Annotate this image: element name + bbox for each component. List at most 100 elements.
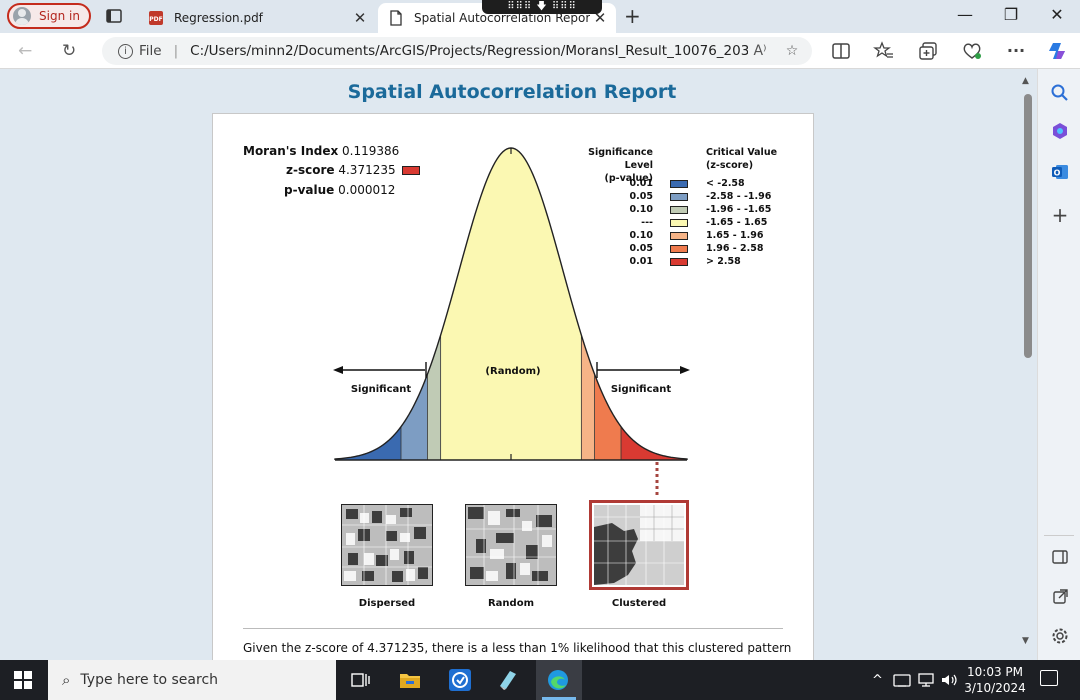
critical-value-header: Critical Value	[706, 147, 778, 158]
windows-taskbar: ⌕ Type here to search ^ 10:03 PM 3/10/20…	[0, 660, 1080, 700]
z-score-value: 4.371235	[338, 163, 396, 177]
morans-index-row: Moran's Index 0.119386	[243, 144, 399, 158]
dispersed-map-thumbnail	[342, 505, 432, 585]
legend-z-range: > 2.58	[706, 256, 741, 267]
shopping-icon[interactable]	[1050, 121, 1070, 141]
add-sidebar-app-icon[interactable]: +	[1050, 203, 1070, 227]
pattern-label-clustered: Clustered	[611, 598, 667, 609]
morans-index-value: 0.119386	[342, 144, 400, 158]
p-value-row: p-value 0.000012	[284, 183, 395, 197]
window-drag-handle[interactable]: ⠿⠿⠿ 🡇 ⠿⠿⠿	[482, 0, 602, 14]
tab-actions-icon[interactable]	[105, 7, 123, 25]
url-text[interactable]: C:/Users/minn2/Documents/ArcGIS/Projects…	[190, 43, 748, 59]
new-tab-button[interactable]: +	[624, 4, 641, 28]
edge-browser-icon[interactable]	[546, 668, 570, 692]
legend-swatch	[670, 258, 688, 266]
outlook-icon[interactable]: O	[1050, 162, 1070, 182]
taskbar-clock[interactable]: 10:03 PM 3/10/2024	[960, 664, 1030, 696]
file-explorer-icon[interactable]	[398, 668, 422, 692]
read-aloud-icon[interactable]: A⁾	[748, 43, 772, 59]
pattern-label-dispersed: Dispersed	[358, 598, 416, 609]
arcgis-pro-icon[interactable]	[448, 668, 472, 692]
legend-z-range: -1.96 - -1.65	[706, 204, 772, 215]
scrollbar-thumb[interactable]	[1024, 94, 1032, 358]
task-view-icon[interactable]	[348, 668, 372, 692]
sidebar-divider	[1044, 535, 1074, 536]
legend-z-range: -2.58 - -1.96	[706, 191, 772, 202]
notification-center-icon[interactable]	[1040, 670, 1058, 686]
address-separator: |	[173, 43, 179, 59]
restore-button[interactable]: ❐	[988, 5, 1034, 24]
report-title: Spatial Autocorrelation Report	[347, 81, 677, 103]
significance-legend: Significance Level (p-value) Critical Va…	[553, 146, 793, 276]
report-viewport: Spatial Autocorrelation Report Moran's I…	[0, 69, 1020, 660]
sig-level-header: Significance Level	[588, 147, 653, 171]
back-button[interactable]: ←	[18, 41, 32, 61]
legend-swatch	[670, 219, 688, 227]
pattern-random	[465, 504, 557, 586]
scroll-up-icon[interactable]: ▲	[1022, 76, 1029, 86]
refresh-button[interactable]: ↻	[62, 41, 76, 61]
tab-strip: Sign in PDF Regression.pdf ✕ Spatial Aut…	[0, 0, 1080, 33]
sign-in-button[interactable]: Sign in	[7, 3, 91, 29]
notes-app-icon[interactable]	[496, 668, 520, 692]
sign-in-label: Sign in	[39, 9, 80, 23]
significance-band	[427, 148, 441, 460]
edge-sidebar: O +	[1037, 69, 1080, 660]
section-divider	[243, 628, 783, 629]
tray-overflow-icon[interactable]: ^	[872, 673, 883, 688]
morans-index-label: Moran's Index	[243, 144, 339, 158]
pattern-clustered[interactable]	[589, 500, 689, 590]
legend-swatch	[670, 206, 688, 214]
p-value-value: 0.000012	[338, 183, 396, 197]
legend-z-range: 1.65 - 1.96	[706, 230, 764, 241]
network-status-icon[interactable]	[893, 672, 911, 688]
pattern-label-random: Random	[487, 598, 534, 609]
scroll-down-icon[interactable]: ▼	[1022, 636, 1029, 646]
random-label: (Random)	[485, 366, 541, 377]
legend-p-value: 0.10	[629, 230, 653, 241]
clock-date: 3/10/2024	[964, 681, 1026, 695]
report-panel: Moran's Index 0.119386 z-score 4.371235 …	[212, 113, 814, 660]
favorite-star-icon[interactable]: ☆	[780, 43, 804, 59]
svg-text:O: O	[1054, 169, 1061, 178]
close-tab-icon[interactable]: ✕	[350, 9, 370, 27]
windows-start-icon[interactable]	[14, 671, 32, 689]
display-icon[interactable]	[917, 672, 935, 688]
z-score-label: z-score	[286, 163, 335, 177]
browser-essentials-icon[interactable]	[961, 41, 983, 61]
address-bar[interactable]: i File | C:/Users/minn2/Documents/ArcGIS…	[102, 37, 812, 65]
clustered-map-thumbnail	[594, 505, 684, 585]
search-icon: ⌕	[62, 671, 71, 689]
close-window-button[interactable]: ✕	[1034, 5, 1080, 24]
legend-p-value: ---	[641, 217, 653, 228]
svg-text:PDF: PDF	[149, 16, 162, 23]
legend-swatch	[670, 232, 688, 240]
hide-sidebar-icon[interactable]	[1050, 547, 1070, 567]
legend-swatch	[670, 193, 688, 201]
more-icon[interactable]: ···	[1005, 41, 1027, 61]
settings-gear-icon[interactable]	[1050, 626, 1070, 646]
legend-p-value: 0.01	[629, 256, 653, 267]
collections-icon[interactable]	[917, 41, 939, 61]
taskbar-search-placeholder: Type here to search	[80, 672, 219, 688]
taskbar-search[interactable]: ⌕ Type here to search	[48, 660, 336, 700]
significant-right-label: Significant	[610, 384, 672, 395]
copilot-icon[interactable]	[1047, 41, 1069, 61]
legend-p-value: 0.01	[629, 178, 653, 189]
pdf-icon: PDF	[149, 11, 163, 25]
legend-z-range: -1.65 - 1.65	[706, 217, 768, 228]
open-external-icon[interactable]	[1050, 587, 1070, 607]
z-score-swatch	[401, 165, 420, 175]
split-screen-icon[interactable]	[830, 41, 852, 61]
profile-icon	[13, 7, 31, 25]
volume-icon[interactable]	[940, 672, 958, 688]
page-scrollbar[interactable]: ▲ ▼	[1020, 74, 1034, 654]
significant-left-label: Significant	[350, 384, 412, 395]
info-icon[interactable]: i	[118, 43, 133, 59]
tab-regression-pdf[interactable]: PDF Regression.pdf ✕	[138, 3, 376, 33]
scheme-label: File	[139, 43, 162, 59]
favorites-icon[interactable]	[873, 41, 895, 61]
search-icon[interactable]	[1050, 83, 1070, 103]
minimize-button[interactable]: —	[942, 5, 988, 24]
